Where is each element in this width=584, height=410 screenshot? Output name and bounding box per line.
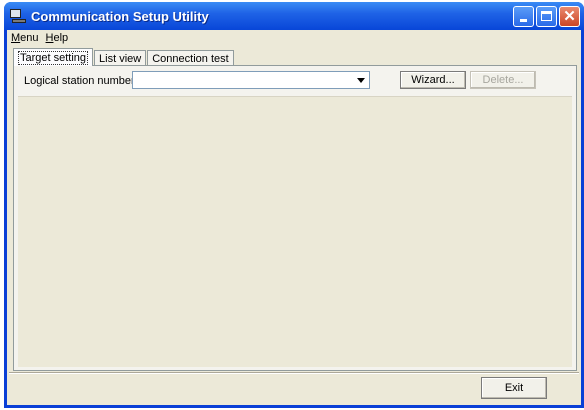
delete-button: Delete... [470, 71, 536, 89]
chevron-down-icon[interactable] [354, 73, 368, 87]
menu-menu[interactable]: Menu [9, 32, 44, 44]
app-window: Communication Setup Utility ✕ Menu Help … [4, 2, 584, 408]
title-bar[interactable]: Communication Setup Utility ✕ [4, 2, 584, 30]
tab-list-view[interactable]: List view [94, 50, 147, 66]
tab-target-setting[interactable]: Target setting [13, 48, 94, 66]
window-title: Communication Setup Utility [31, 8, 209, 24]
wizard-button[interactable]: Wizard... [400, 71, 466, 89]
exit-button[interactable]: Exit [481, 377, 547, 399]
close-button[interactable]: ✕ [559, 5, 580, 27]
footer-divider [9, 372, 579, 374]
client-area: Menu Help Target setting List view Conne… [7, 30, 581, 405]
menu-help[interactable]: Help [44, 32, 74, 44]
close-icon: ✕ [563, 7, 576, 25]
minimize-button[interactable] [513, 5, 534, 27]
logical-station-label: Logical station number [24, 75, 135, 87]
logical-station-combo[interactable] [132, 71, 370, 89]
computer-icon [10, 9, 26, 23]
minimize-icon [520, 18, 527, 22]
tab-strip: Target setting List view Connection test [13, 48, 235, 66]
maximize-icon [541, 11, 552, 21]
target-setting-panel: Logical station number Wizard... Delete.… [13, 65, 577, 371]
tab-connection-test[interactable]: Connection test [147, 50, 234, 66]
settings-area [18, 96, 572, 367]
menu-bar: Menu Help [7, 30, 581, 46]
maximize-button[interactable] [536, 5, 557, 27]
